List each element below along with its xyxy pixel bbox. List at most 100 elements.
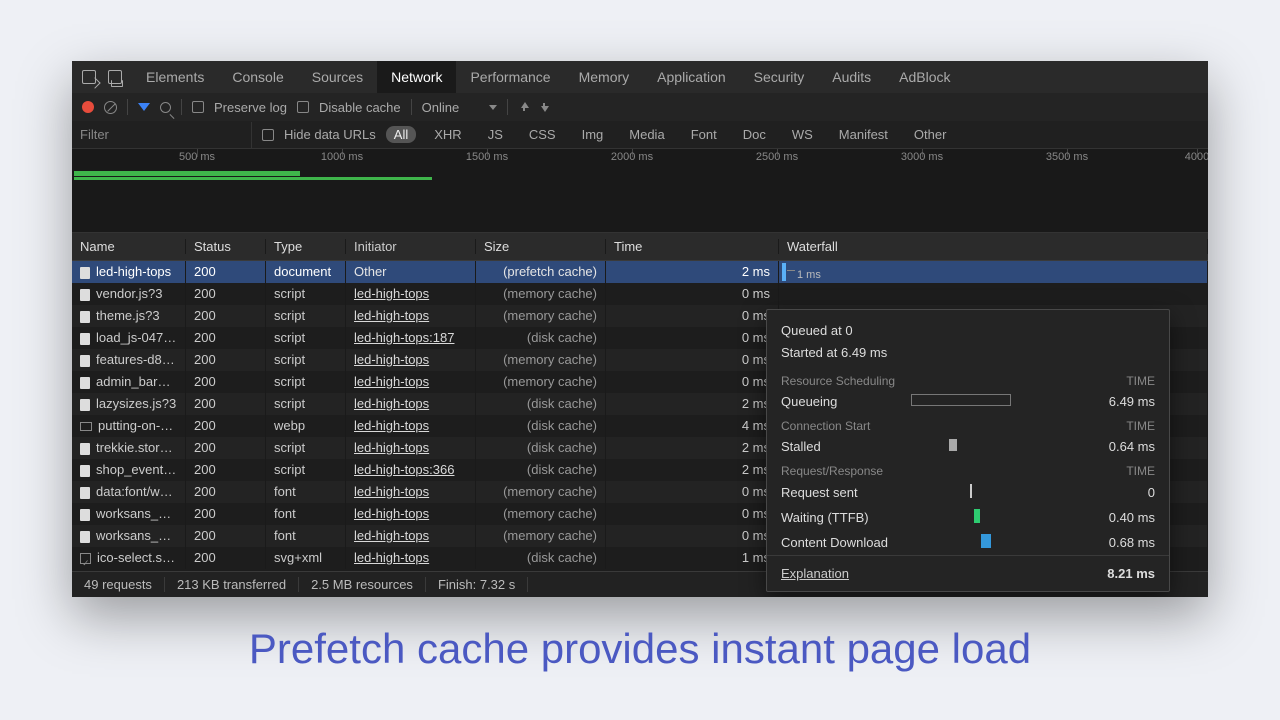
disable-cache-label: Disable cache [319, 100, 401, 115]
initiator-link[interactable]: led-high-tops [354, 374, 429, 389]
tab-application[interactable]: Application [643, 61, 740, 93]
initiator-link[interactable]: led-high-tops [354, 418, 429, 433]
export-har-icon[interactable] [538, 102, 548, 112]
initiator-link[interactable]: led-high-tops:187 [354, 330, 454, 345]
type-css[interactable]: CSS [521, 126, 564, 143]
col-status[interactable]: Status [186, 239, 266, 254]
request-status: 200 [186, 327, 266, 349]
status-requests: 49 requests [72, 577, 165, 592]
status-resources: 2.5 MB resources [299, 577, 426, 592]
stalled-bar-icon [949, 439, 957, 451]
timeline-overview[interactable]: 500 ms1000 ms1500 ms2000 ms2500 ms3000 m… [72, 148, 1208, 233]
inspect-element-icon[interactable] [82, 70, 96, 84]
explanation-link[interactable]: Explanation [781, 566, 849, 581]
request-name: data:font/wo… [96, 484, 180, 499]
initiator-link[interactable]: led-high-tops [354, 550, 429, 565]
type-doc[interactable]: Doc [735, 126, 774, 143]
download-bar-icon [981, 534, 991, 548]
tab-adblock[interactable]: AdBlock [885, 61, 964, 93]
request-row[interactable]: led-high-tops200documentOther(prefetch c… [72, 261, 1208, 283]
timing-queued: Queued at 0 [781, 320, 1155, 342]
initiator-link[interactable]: led-high-tops [354, 484, 429, 499]
filter-input[interactable]: Filter [72, 122, 252, 148]
type-manifest[interactable]: Manifest [831, 126, 896, 143]
tab-console[interactable]: Console [218, 61, 297, 93]
type-font[interactable]: Font [683, 126, 725, 143]
request-row[interactable]: vendor.js?3200scriptled-high-tops(memory… [72, 283, 1208, 305]
tab-audits[interactable]: Audits [818, 61, 885, 93]
preserve-log-checkbox[interactable] [192, 101, 204, 113]
tab-performance[interactable]: Performance [456, 61, 564, 93]
request-size: (memory cache) [476, 371, 606, 393]
type-all[interactable]: All [386, 126, 416, 143]
request-time: 2 ms [606, 459, 779, 481]
initiator-link[interactable]: led-high-tops [354, 308, 429, 323]
type-media[interactable]: Media [621, 126, 672, 143]
request-time: 0 ms [606, 525, 779, 547]
initiator-link[interactable]: led-high-tops [354, 440, 429, 455]
initiator-link[interactable]: led-high-tops [354, 506, 429, 521]
request-waterfall: 1 ms [779, 261, 1208, 283]
request-time: 1 ms [606, 547, 779, 569]
request-time: 0 ms [606, 481, 779, 503]
record-button[interactable] [82, 101, 94, 113]
request-name: worksans_n… [96, 528, 178, 543]
tab-network[interactable]: Network [377, 61, 456, 93]
timing-time-header: TIME [1126, 464, 1155, 478]
request-name: ico-select.sv… [97, 550, 182, 565]
timing-section-label: Resource Scheduling [781, 374, 895, 388]
request-name: vendor.js?3 [96, 286, 163, 301]
request-size: (memory cache) [476, 349, 606, 371]
col-waterfall[interactable]: Waterfall [779, 239, 1208, 254]
request-name: admin_bar_i… [96, 374, 181, 389]
request-type: font [266, 503, 346, 525]
search-icon[interactable] [160, 102, 171, 113]
type-ws[interactable]: WS [784, 126, 821, 143]
timing-row-label: Stalled [781, 439, 821, 454]
throttling-dropdown[interactable]: Online [422, 100, 498, 115]
tab-memory[interactable]: Memory [565, 61, 644, 93]
timing-row-label: Content Download [781, 535, 888, 550]
col-initiator[interactable]: Initiator [346, 239, 476, 254]
import-har-icon[interactable] [518, 102, 528, 112]
tab-sources[interactable]: Sources [298, 61, 377, 93]
request-size: (memory cache) [476, 525, 606, 547]
initiator-link[interactable]: led-high-tops [354, 286, 429, 301]
timing-row-value: 0.68 ms [1085, 535, 1155, 550]
col-type[interactable]: Type [266, 239, 346, 254]
device-toolbar-icon[interactable] [108, 70, 122, 84]
request-size: (disk cache) [476, 327, 606, 349]
initiator-link[interactable]: led-high-tops [354, 352, 429, 367]
hide-data-urls-checkbox[interactable] [262, 129, 274, 141]
waiting-bar-icon [974, 509, 980, 523]
request-time: 2 ms [606, 393, 779, 415]
request-type: script [266, 437, 346, 459]
col-time[interactable]: Time [606, 239, 779, 254]
timing-popover: Queued at 0 Started at 6.49 ms Resource … [766, 309, 1170, 592]
initiator-link[interactable]: led-high-tops [354, 396, 429, 411]
request-status: 200 [186, 525, 266, 547]
file-icon [80, 267, 90, 279]
request-type: script [266, 349, 346, 371]
timeline-tick: 3000 ms [901, 151, 943, 163]
file-icon [80, 355, 90, 367]
devtools-window: Elements Console Sources Network Perform… [72, 61, 1208, 597]
request-name: putting-on-y… [98, 418, 180, 433]
type-xhr[interactable]: XHR [426, 126, 469, 143]
request-sent-bar-icon [970, 484, 972, 498]
request-waterfall [779, 283, 1208, 305]
disable-cache-checkbox[interactable] [297, 101, 309, 113]
initiator-link[interactable]: led-high-tops [354, 528, 429, 543]
tab-security[interactable]: Security [740, 61, 819, 93]
type-js[interactable]: JS [480, 126, 511, 143]
request-time: 0 ms [606, 327, 779, 349]
clear-button[interactable] [104, 101, 117, 114]
type-img[interactable]: Img [574, 126, 612, 143]
filter-icon[interactable] [138, 103, 150, 111]
type-other[interactable]: Other [906, 126, 955, 143]
col-size[interactable]: Size [476, 239, 606, 254]
tab-elements[interactable]: Elements [132, 61, 218, 93]
col-name[interactable]: Name [72, 239, 186, 254]
initiator-link[interactable]: led-high-tops:366 [354, 462, 454, 477]
request-size: (memory cache) [476, 305, 606, 327]
